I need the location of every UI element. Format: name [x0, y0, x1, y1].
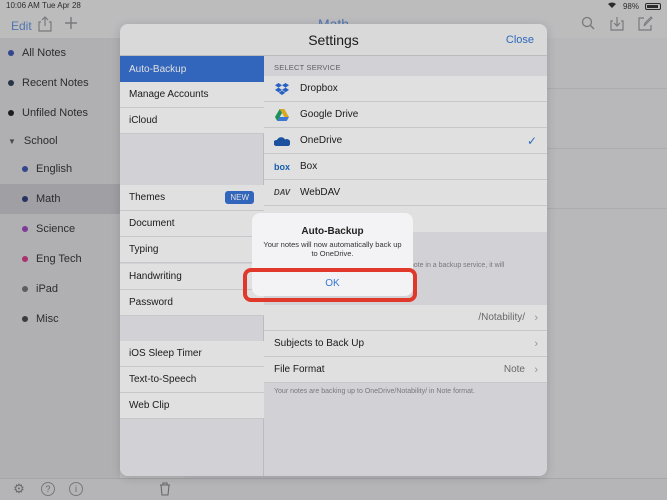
- alert-message: Your notes will now automatically back u…: [263, 240, 402, 258]
- ok-highlight-annotation: [243, 268, 417, 302]
- alert-title: Auto-Backup: [301, 226, 364, 237]
